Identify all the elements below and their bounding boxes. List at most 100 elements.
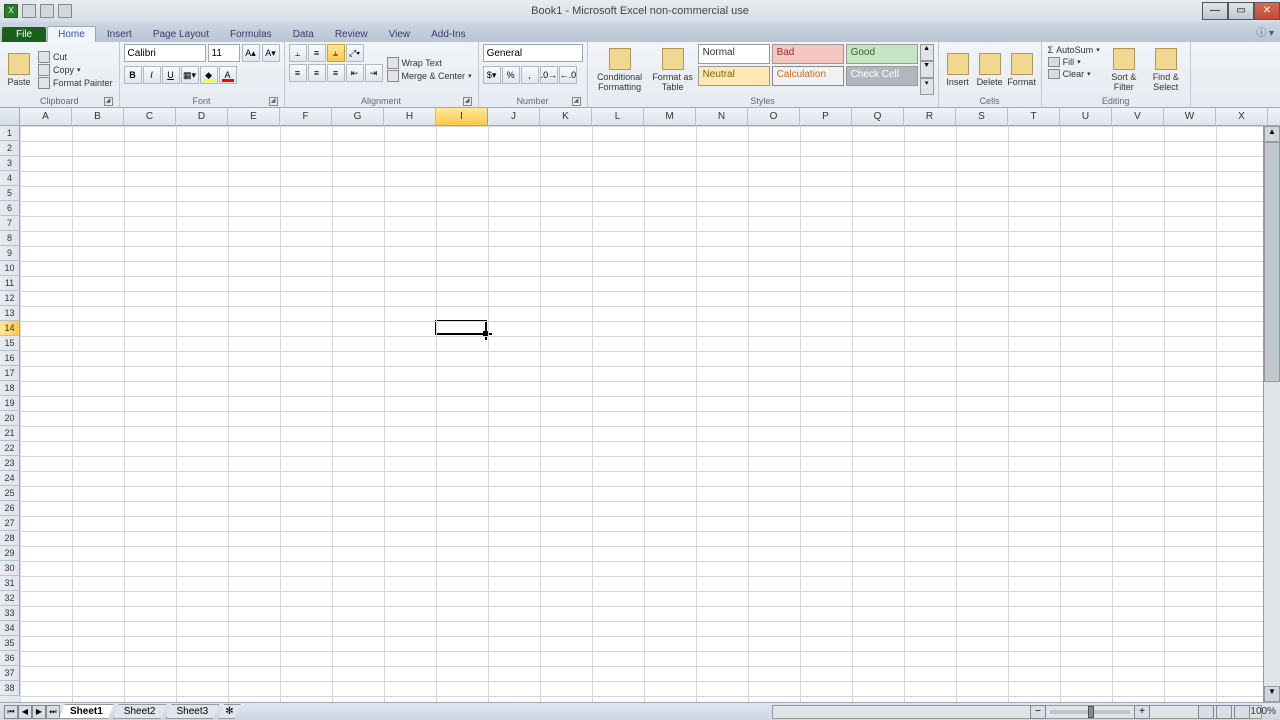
row-header-20[interactable]: 20 [0, 411, 20, 426]
format-painter-button[interactable]: Format Painter [36, 77, 115, 89]
row-header-36[interactable]: 36 [0, 651, 20, 666]
fill-color-button[interactable]: ◆ [200, 66, 218, 84]
row-header-17[interactable]: 17 [0, 366, 20, 381]
view-pagebreak-button[interactable] [1234, 705, 1250, 719]
maximize-button[interactable]: ▭ [1228, 2, 1254, 20]
font-size-input[interactable] [208, 44, 240, 62]
row-header-25[interactable]: 25 [0, 486, 20, 501]
col-header-O[interactable]: O [748, 108, 800, 125]
col-header-F[interactable]: F [280, 108, 332, 125]
align-right-button[interactable]: ≡ [327, 64, 345, 82]
orientation-button[interactable]: ⤢▾ [346, 44, 364, 62]
tab-file[interactable]: File [2, 27, 46, 42]
view-normal-button[interactable] [1198, 705, 1214, 719]
font-name-input[interactable] [124, 44, 206, 62]
col-header-R[interactable]: R [904, 108, 956, 125]
cells-canvas[interactable] [20, 126, 1280, 702]
col-header-B[interactable]: B [72, 108, 124, 125]
row-header-5[interactable]: 5 [0, 186, 20, 201]
row-header-28[interactable]: 28 [0, 531, 20, 546]
accounting-button[interactable]: $▾ [483, 66, 501, 84]
tab-pagelayout[interactable]: Page Layout [143, 27, 219, 42]
row-header-27[interactable]: 27 [0, 516, 20, 531]
border-button[interactable]: ▦▾ [181, 66, 199, 84]
tab-formulas[interactable]: Formulas [220, 27, 282, 42]
row-header-31[interactable]: 31 [0, 576, 20, 591]
align-top-button[interactable]: ⫠ [289, 44, 307, 62]
col-header-N[interactable]: N [696, 108, 748, 125]
tab-view[interactable]: View [379, 27, 421, 42]
tab-addins[interactable]: Add-Ins [421, 27, 475, 42]
inc-decimal-button[interactable]: .0→ [540, 66, 558, 84]
qat-undo-icon[interactable] [40, 4, 54, 18]
autosum-button[interactable]: ΣAutoSum▾ [1046, 44, 1102, 56]
delete-cells-button[interactable]: Delete [975, 44, 1005, 95]
col-header-A[interactable]: A [20, 108, 72, 125]
col-header-T[interactable]: T [1008, 108, 1060, 125]
sheet-nav-next[interactable]: ▶ [32, 705, 46, 719]
gallery-up-button[interactable]: ▲ [920, 44, 934, 61]
view-layout-button[interactable] [1216, 705, 1232, 719]
selected-cell[interactable] [435, 320, 487, 335]
col-header-S[interactable]: S [956, 108, 1008, 125]
row-header-1[interactable]: 1 [0, 126, 20, 141]
zoom-level[interactable]: 100% [1250, 706, 1276, 717]
style-neutral[interactable]: Neutral [698, 66, 770, 86]
qat-redo-icon[interactable] [58, 4, 72, 18]
dec-decimal-button[interactable]: ←.0 [559, 66, 577, 84]
scroll-thumb[interactable] [1264, 142, 1280, 382]
alignment-launcher[interactable]: ◢ [463, 97, 472, 106]
col-header-C[interactable]: C [124, 108, 176, 125]
style-normal[interactable]: Normal [698, 44, 770, 64]
row-header-18[interactable]: 18 [0, 381, 20, 396]
row-header-12[interactable]: 12 [0, 291, 20, 306]
align-left-button[interactable]: ≡ [289, 64, 307, 82]
row-header-26[interactable]: 26 [0, 501, 20, 516]
row-header-33[interactable]: 33 [0, 606, 20, 621]
sheet-nav-last[interactable]: ⏭ [46, 705, 60, 719]
percent-button[interactable]: % [502, 66, 520, 84]
zoom-out-button[interactable]: − [1030, 705, 1046, 719]
row-header-21[interactable]: 21 [0, 426, 20, 441]
vertical-scrollbar[interactable]: ▲ ▼ [1263, 126, 1280, 702]
col-header-L[interactable]: L [592, 108, 644, 125]
fill-button[interactable]: Fill▾ [1046, 56, 1102, 68]
copy-button[interactable]: Copy▾ [36, 64, 115, 76]
style-check-cell[interactable]: Check Cell [846, 66, 918, 86]
row-header-35[interactable]: 35 [0, 636, 20, 651]
row-header-7[interactable]: 7 [0, 216, 20, 231]
sheet-tab-2[interactable]: Sheet2 [113, 704, 167, 719]
row-header-23[interactable]: 23 [0, 456, 20, 471]
indent-dec-button[interactable]: ⇤ [346, 64, 364, 82]
col-header-D[interactable]: D [176, 108, 228, 125]
col-header-I[interactable]: I [436, 108, 488, 125]
scroll-up-button[interactable]: ▲ [1264, 126, 1280, 142]
select-all-corner[interactable] [0, 108, 20, 125]
close-button[interactable]: ✕ [1254, 2, 1280, 20]
new-sheet-button[interactable]: ✻ [218, 704, 240, 719]
align-bottom-button[interactable]: ⫨ [327, 44, 345, 62]
qat-save-icon[interactable] [22, 4, 36, 18]
row-header-38[interactable]: 38 [0, 681, 20, 696]
row-header-30[interactable]: 30 [0, 561, 20, 576]
font-color-button[interactable]: A [219, 66, 237, 84]
font-launcher[interactable]: ◢ [269, 97, 278, 106]
row-header-4[interactable]: 4 [0, 171, 20, 186]
row-header-13[interactable]: 13 [0, 306, 20, 321]
style-good[interactable]: Good [846, 44, 918, 64]
comma-button[interactable]: , [521, 66, 539, 84]
gallery-down-button[interactable]: ▼ [920, 61, 934, 78]
col-header-Q[interactable]: Q [852, 108, 904, 125]
row-header-6[interactable]: 6 [0, 201, 20, 216]
number-launcher[interactable]: ◢ [572, 97, 581, 106]
minimize-button[interactable]: — [1202, 2, 1228, 20]
row-header-34[interactable]: 34 [0, 621, 20, 636]
tab-review[interactable]: Review [325, 27, 378, 42]
help-icon[interactable]: ⓘ ▾ [1256, 24, 1274, 39]
tab-insert[interactable]: Insert [97, 27, 142, 42]
col-header-H[interactable]: H [384, 108, 436, 125]
bold-button[interactable]: B [124, 66, 142, 84]
row-header-8[interactable]: 8 [0, 231, 20, 246]
col-header-P[interactable]: P [800, 108, 852, 125]
row-header-19[interactable]: 19 [0, 396, 20, 411]
